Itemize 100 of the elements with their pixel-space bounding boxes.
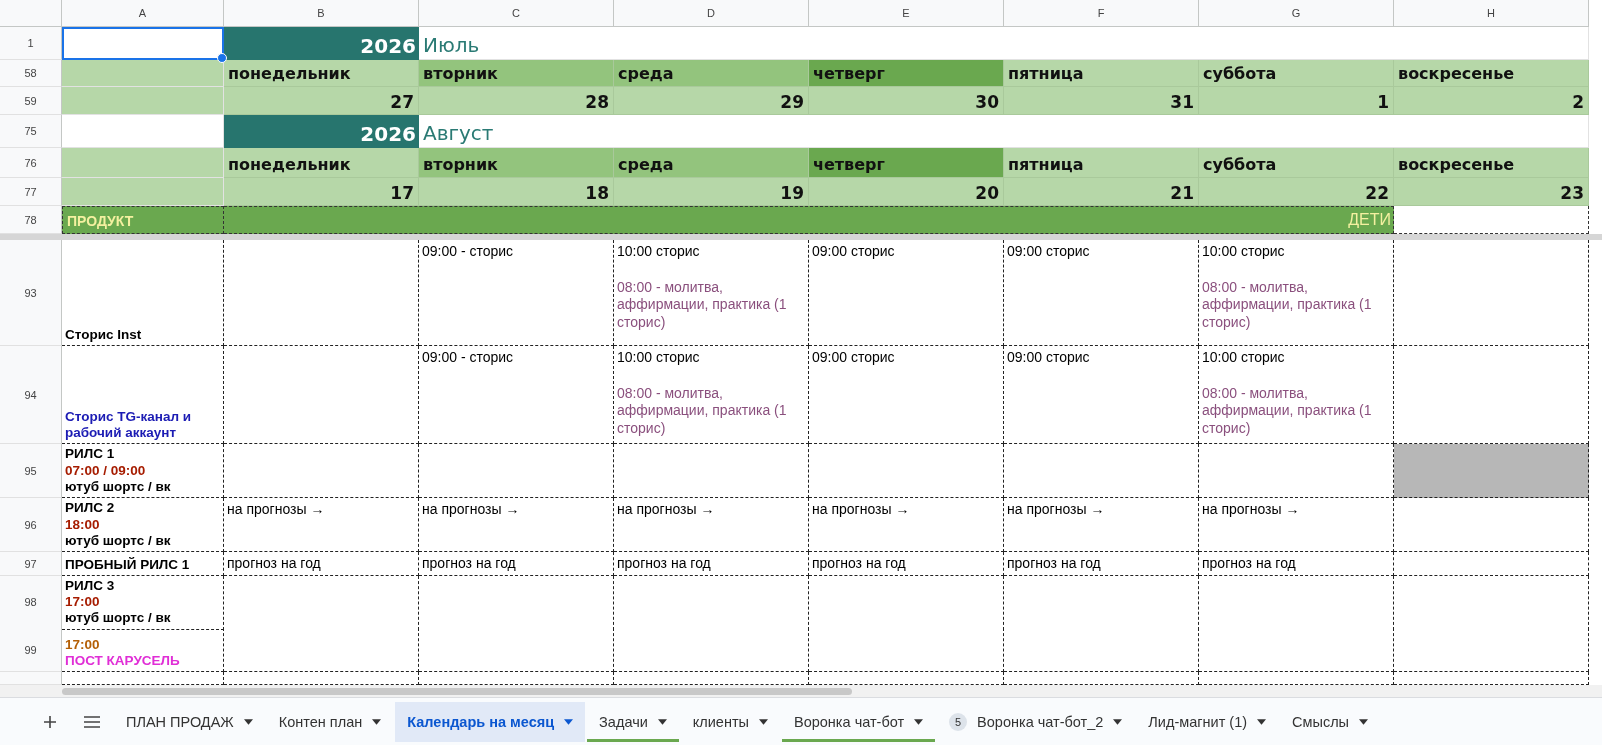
sheet-tab[interactable]: Календарь на месяц bbox=[395, 701, 586, 742]
date-cell[interactable]: 20 bbox=[809, 178, 1004, 206]
sheet-tab[interactable]: Задачи bbox=[587, 701, 679, 742]
table-cell[interactable]: прогноз на год bbox=[224, 552, 419, 576]
table-cell[interactable] bbox=[419, 628, 614, 672]
row-number[interactable]: 75 bbox=[0, 115, 62, 148]
year-cell[interactable]: 2026 bbox=[224, 27, 419, 60]
column-header[interactable]: E bbox=[809, 0, 1004, 27]
table-cell[interactable]: на прогнозы → bbox=[419, 498, 614, 552]
row-number[interactable]: 96 bbox=[0, 498, 62, 552]
table-cell[interactable]: 09:00 сторис bbox=[1004, 346, 1199, 444]
weekday-cell[interactable]: четверг bbox=[809, 60, 1004, 87]
table-cell[interactable] bbox=[1394, 206, 1589, 234]
table-cell[interactable]: на прогнозы → bbox=[809, 498, 1004, 552]
row-number[interactable]: 58 bbox=[0, 60, 62, 87]
row-number[interactable]: 99 bbox=[0, 628, 62, 672]
weekday-cell[interactable]: суббота bbox=[1199, 148, 1394, 178]
row-number[interactable]: 77 bbox=[0, 178, 62, 206]
date-cell[interactable]: 31 bbox=[1004, 87, 1199, 115]
table-cell[interactable]: прогноз на год bbox=[809, 552, 1004, 576]
table-cell[interactable]: прогноз на год bbox=[1004, 552, 1199, 576]
sheet-tab[interactable]: клиенты bbox=[680, 701, 780, 742]
sheet-tab[interactable]: 5 Воронка чат-бот_2 bbox=[937, 701, 1135, 742]
table-cell[interactable]: на прогнозы → bbox=[224, 498, 419, 552]
table-cell[interactable]: на прогнозы → bbox=[614, 498, 809, 552]
table-cell[interactable]: 10:00 сторис 08:00 - молитва, аффирмации, практика (1 сторис) bbox=[1199, 240, 1394, 346]
table-cell[interactable] bbox=[1394, 628, 1589, 672]
table-cell[interactable]: 10:00 сторис 08:00 - молитва, аффирмации, практика (1 сторис) bbox=[614, 240, 809, 346]
table-cell[interactable] bbox=[1394, 346, 1589, 444]
table-cell[interactable] bbox=[1004, 672, 1199, 685]
table-cell[interactable] bbox=[62, 672, 224, 685]
table-cell[interactable] bbox=[809, 672, 1004, 685]
row-number[interactable]: 93 bbox=[0, 240, 62, 346]
weekday-cell[interactable]: пятница bbox=[1004, 148, 1199, 178]
table-cell[interactable]: 09:00 - сторис bbox=[419, 346, 614, 444]
table-cell[interactable] bbox=[62, 27, 224, 60]
table-cell[interactable] bbox=[614, 628, 809, 672]
table-cell[interactable] bbox=[419, 444, 614, 498]
table-cell[interactable]: прогноз на год bbox=[614, 552, 809, 576]
weekday-cell[interactable]: воскресенье bbox=[1394, 60, 1589, 87]
table-cell[interactable]: 09:00 сторис bbox=[1004, 240, 1199, 346]
table-cell[interactable]: прогноз на год bbox=[1199, 552, 1394, 576]
weekday-cell[interactable]: понедельник bbox=[224, 60, 419, 87]
table-cell[interactable]: 09:00 - сторис bbox=[419, 240, 614, 346]
row-number[interactable]: 94 bbox=[0, 346, 62, 444]
row-number[interactable] bbox=[0, 672, 62, 685]
table-cell[interactable] bbox=[224, 672, 419, 685]
table-cell[interactable] bbox=[1394, 240, 1589, 346]
date-cell[interactable]: 21 bbox=[1004, 178, 1199, 206]
weekday-cell[interactable]: понедельник bbox=[224, 148, 419, 178]
table-cell[interactable]: 09:00 сторис bbox=[809, 240, 1004, 346]
year-cell[interactable]: 2026 bbox=[224, 115, 419, 148]
table-cell[interactable] bbox=[1199, 444, 1394, 498]
date-cell[interactable]: 29 bbox=[614, 87, 809, 115]
column-header[interactable]: G bbox=[1199, 0, 1394, 27]
table-cell[interactable] bbox=[1394, 552, 1589, 576]
date-cell[interactable]: 30 bbox=[809, 87, 1004, 115]
sheet-tab[interactable]: Смыслы bbox=[1280, 701, 1381, 742]
weekday-cell[interactable]: вторник bbox=[419, 60, 614, 87]
column-header[interactable]: A bbox=[62, 0, 224, 27]
table-cell[interactable] bbox=[1004, 444, 1199, 498]
row-number[interactable]: 98 bbox=[0, 576, 62, 630]
row-number[interactable]: 78 bbox=[0, 206, 62, 234]
date-cell[interactable]: 1 bbox=[1199, 87, 1394, 115]
weekday-cell[interactable]: пятница bbox=[1004, 60, 1199, 87]
table-cell[interactable] bbox=[809, 444, 1004, 498]
table-cell[interactable] bbox=[1394, 444, 1589, 498]
table-cell[interactable]: 10:00 сторис 08:00 - молитва, аффирмации, практика (1 сторис) bbox=[614, 346, 809, 444]
date-cell[interactable]: 17 bbox=[224, 178, 419, 206]
date-cell[interactable]: 23 bbox=[1394, 178, 1589, 206]
table-cell[interactable]: на прогнозы → bbox=[1004, 498, 1199, 552]
table-cell[interactable] bbox=[809, 628, 1004, 672]
date-cell[interactable]: 18 bbox=[419, 178, 614, 206]
table-cell[interactable] bbox=[419, 672, 614, 685]
table-cell[interactable] bbox=[614, 444, 809, 498]
row-number[interactable]: 1 bbox=[0, 27, 62, 60]
weekday-cell[interactable]: четверг bbox=[809, 148, 1004, 178]
table-cell[interactable] bbox=[224, 346, 419, 444]
table-cell[interactable]: прогноз на год bbox=[419, 552, 614, 576]
weekday-cell[interactable]: суббота bbox=[1199, 60, 1394, 87]
table-cell[interactable] bbox=[224, 240, 419, 346]
weekday-cell[interactable]: среда bbox=[614, 148, 809, 178]
table-cell[interactable]: на прогнозы → bbox=[1199, 498, 1394, 552]
table-cell[interactable] bbox=[1199, 628, 1394, 672]
weekday-cell[interactable]: вторник bbox=[419, 148, 614, 178]
scrollbar-thumb[interactable] bbox=[62, 687, 852, 695]
column-header[interactable]: F bbox=[1004, 0, 1199, 27]
table-cell[interactable] bbox=[224, 444, 419, 498]
date-cell[interactable]: 2 bbox=[1394, 87, 1589, 115]
weekday-cell[interactable]: среда bbox=[614, 60, 809, 87]
date-cell[interactable]: 19 bbox=[614, 178, 809, 206]
table-cell[interactable] bbox=[224, 628, 419, 672]
table-cell[interactable]: 10:00 сторис 08:00 - молитва, аффирмации, практика (1 сторис) bbox=[1199, 346, 1394, 444]
table-cell[interactable] bbox=[1004, 628, 1199, 672]
column-header[interactable]: B bbox=[224, 0, 419, 27]
row-number[interactable]: 59 bbox=[0, 87, 62, 115]
date-cell[interactable]: 28 bbox=[419, 87, 614, 115]
sheet-tab[interactable]: ПЛАН ПРОДАЖ bbox=[114, 701, 265, 742]
column-header[interactable]: H bbox=[1394, 0, 1589, 27]
row-number[interactable]: 76 bbox=[0, 148, 62, 178]
